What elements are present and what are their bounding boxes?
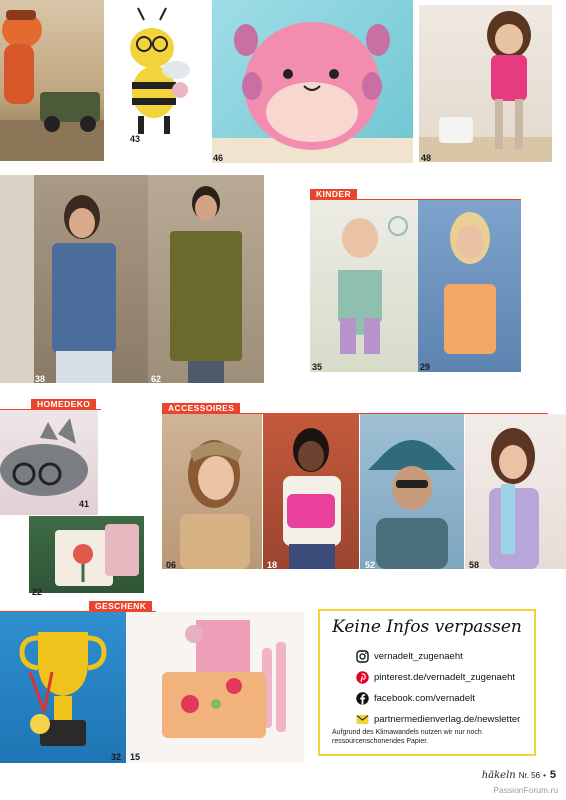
photo-kids-orange-top: [418, 200, 521, 372]
axolotl-amigurumi-illustration: [212, 22, 413, 163]
photo-bee-amigurumi: [104, 0, 209, 161]
pinterest-link[interactable]: pinterest.de/vernadelt_zugenaeht: [356, 669, 515, 685]
instagram-link[interactable]: vernadelt_zugenaeht: [356, 648, 463, 664]
facebook-link-text: facebook.com/vernadelt: [374, 692, 475, 704]
photo-number: 58: [469, 560, 480, 570]
watermark: PassionForum.ru: [493, 785, 558, 795]
facebook-link[interactable]: facebook.com/vernadelt: [356, 690, 475, 706]
facebook-icon: [356, 691, 369, 705]
photo-number: 18: [267, 560, 278, 570]
blue-top-illustration: [0, 175, 116, 383]
photo-number: 48: [421, 153, 432, 163]
photo-headband: [162, 414, 262, 569]
photo-number: 32: [111, 752, 122, 762]
instagram-link-text: vernadelt_zugenaeht: [374, 650, 463, 662]
newsletter-link[interactable]: partnermedienverlag.de/newsletter: [356, 711, 520, 727]
photo-number: 43: [130, 134, 141, 144]
photo-green-tunic: [148, 175, 264, 383]
photo-axolotl-amigurumi: [212, 0, 413, 163]
headband-illustration: [180, 440, 250, 569]
photo-number: 38: [35, 374, 46, 384]
photo-bucket-hat: [360, 414, 464, 569]
photo-number: 46: [213, 153, 224, 163]
photo-number: 06: [166, 560, 177, 570]
doll-amigurumi-illustration: [419, 11, 552, 162]
magazine-name: häkeln: [481, 770, 516, 781]
newsletter-info-box: Keine Infos verpassen vernadelt_zugenaeh…: [318, 609, 536, 756]
photo-number: 52: [365, 560, 376, 570]
footer-bullet: •: [543, 771, 546, 780]
mail-icon: [356, 713, 369, 726]
pinterest-link-text: pinterest.de/vernadelt_zugenaeht: [374, 671, 516, 683]
issue-number: Nr. 56: [518, 771, 541, 780]
page-number: 5: [549, 769, 556, 781]
photo-number: 22: [32, 587, 43, 597]
trophy-illustration: [19, 632, 107, 746]
photo-blue-lace-top: [0, 175, 148, 383]
bucket-hat-illustration: [368, 440, 456, 569]
photo-number: 62: [151, 374, 162, 384]
photo-number: 35: [312, 362, 323, 372]
photo-flower-pillow: [29, 516, 144, 593]
scarf-illustration: [489, 428, 539, 569]
photo-kids-romper: [310, 200, 418, 372]
photo-doll-amigurumi: [419, 5, 552, 162]
fox-amigurumi-illustration: [0, 10, 104, 161]
newsletter-link-text: partnermedienverlag.de/newsletter: [374, 713, 521, 725]
pinterest-icon: [356, 670, 369, 684]
photo-number: 41: [79, 499, 90, 509]
photo-number: 29: [420, 362, 431, 372]
photo-number: 15: [130, 752, 141, 762]
page-footer: häkeln Nr. 56 • 5: [482, 769, 556, 781]
romper-illustration: [338, 216, 408, 354]
pillow-illustration: [55, 524, 139, 586]
bee-amigurumi-illustration: [130, 7, 190, 134]
paper-note: Aufgrund des Klimawandels nutzen wir nur…: [332, 729, 482, 745]
photo-flower-pouch: [126, 612, 304, 763]
photo-fox-amigurumi: [0, 0, 104, 161]
bag-illustration: [283, 428, 341, 569]
photo-scarf: [465, 414, 566, 569]
orange-top-illustration: [444, 212, 496, 354]
info-box-title: Keine Infos verpassen: [332, 617, 522, 637]
green-tunic-illustration: [170, 186, 242, 383]
photo-crochet-bag: [263, 414, 359, 569]
photo-trophy: [0, 612, 126, 763]
instagram-icon: [356, 649, 369, 663]
pouch-illustration: [162, 620, 286, 738]
